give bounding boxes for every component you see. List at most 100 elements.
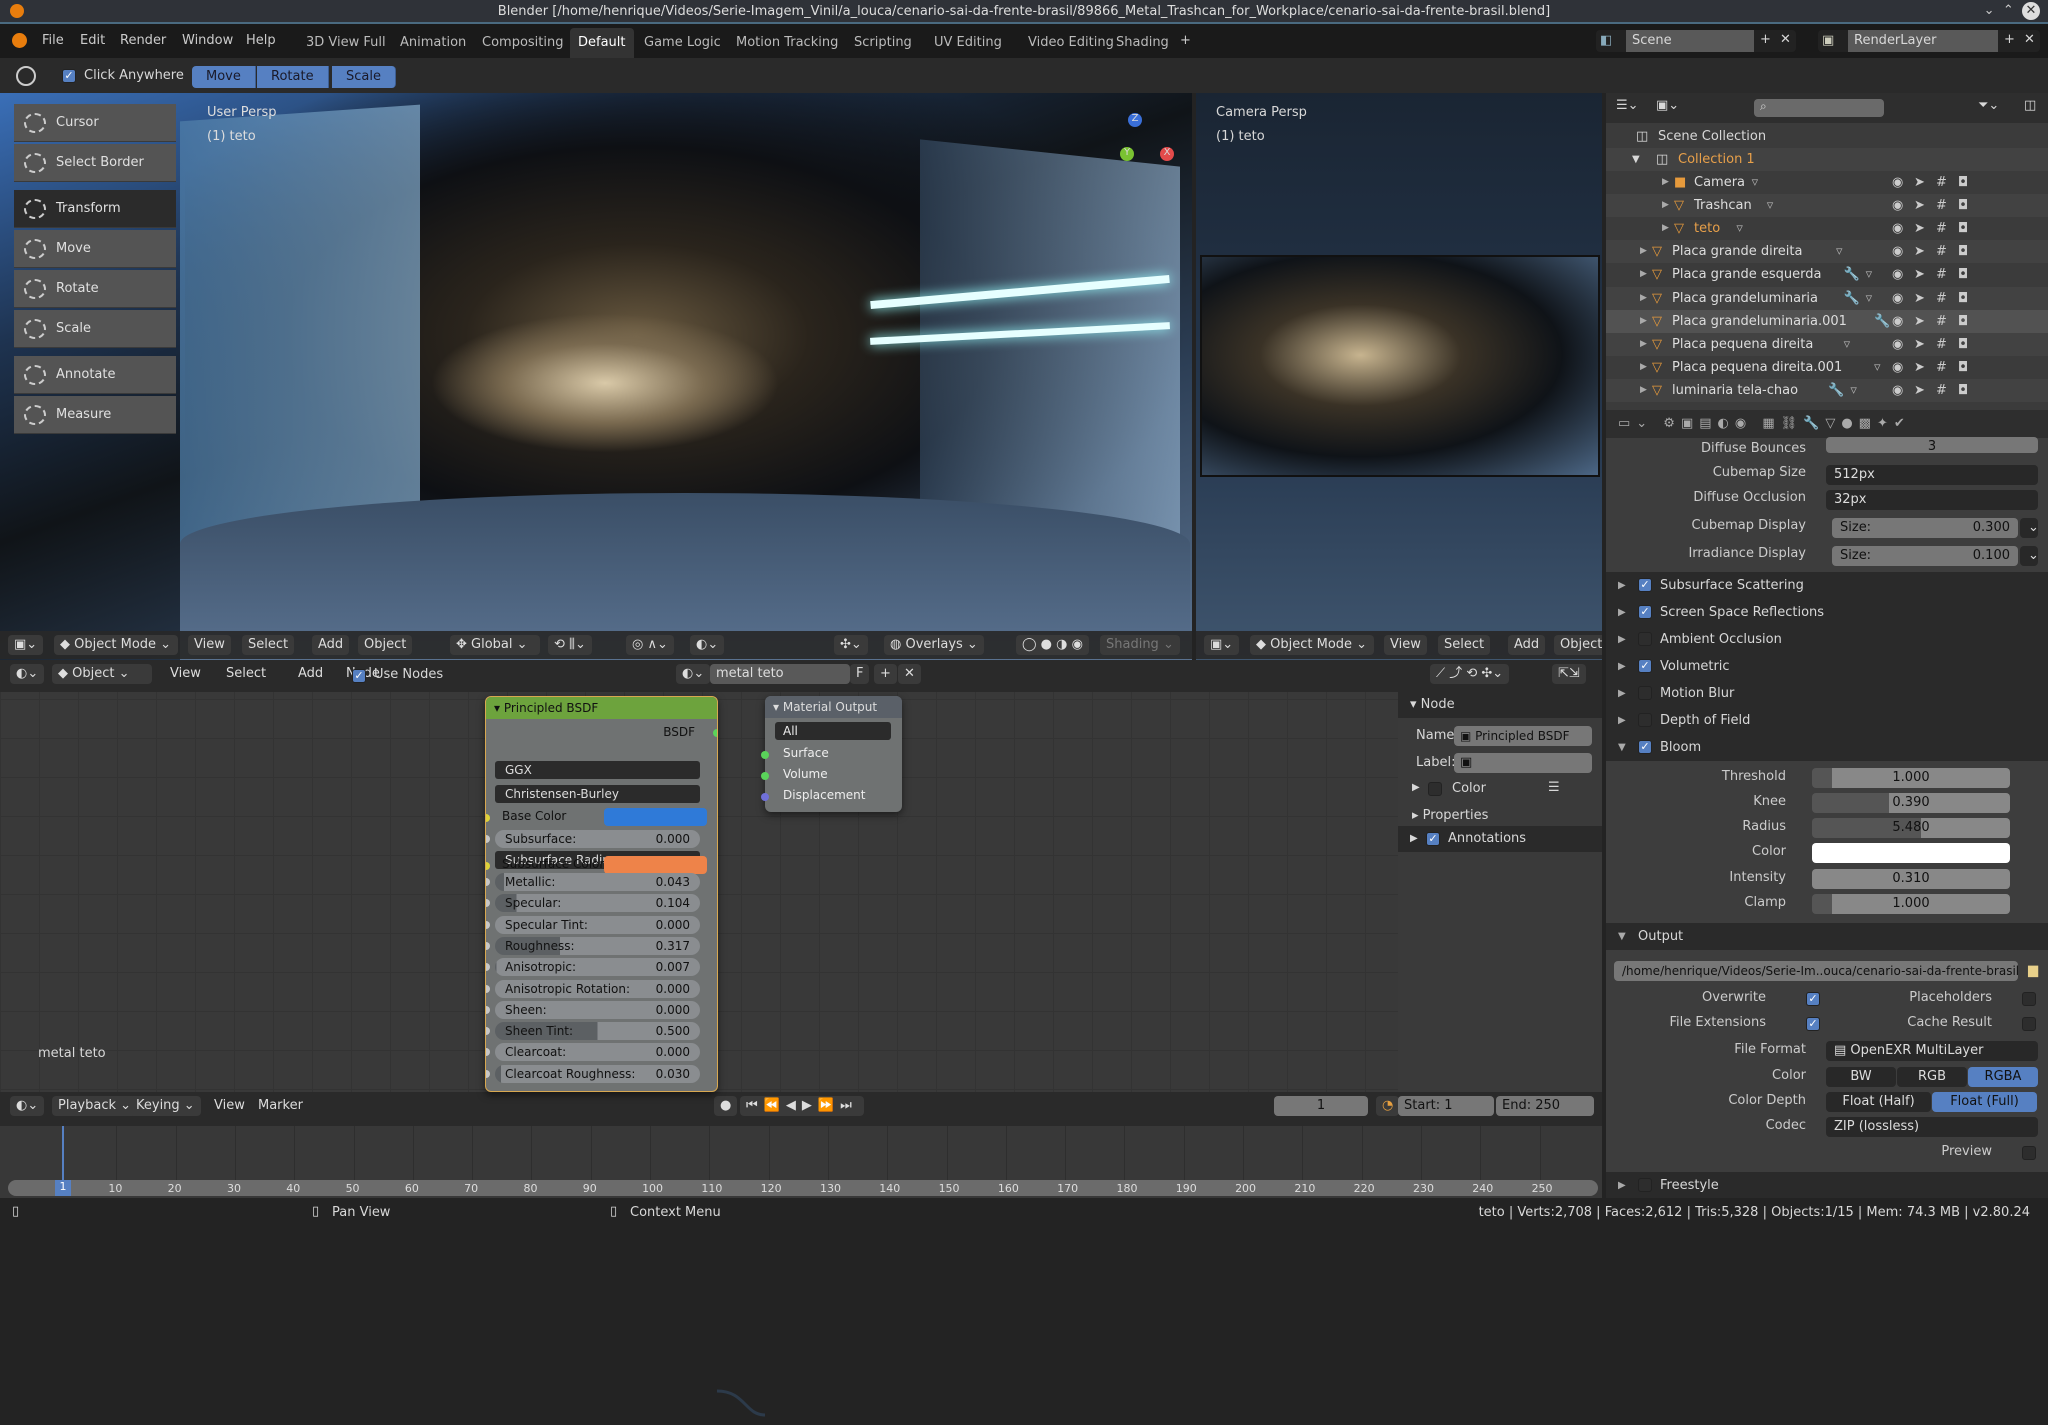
color-depth-option[interactable]: Float (Full) — [1932, 1092, 2037, 1112]
workspace-tab-video-editing[interactable]: Video Editing — [1020, 28, 1122, 58]
row-label[interactable]: Placa grandeluminaria — [1672, 287, 1818, 310]
remove-scene-button[interactable]: ✕ — [1780, 32, 1791, 47]
click-anywhere-checkbox[interactable]: ✓ — [62, 69, 76, 83]
camera-viewport[interactable]: Camera Persp (1) teto ▣⌄ ◆ Object Mode ⌄ V… — [1196, 93, 1602, 660]
row-label[interactable]: Camera — [1694, 171, 1745, 194]
preview-checkbox[interactable] — [2022, 1146, 2036, 1160]
render-camera-icon[interactable]: ◘ — [1958, 379, 1968, 402]
playback-dropdown[interactable]: Playback ⌄ — [52, 1096, 138, 1116]
menu-add[interactable]: Add — [292, 664, 329, 684]
expand-toggle[interactable]: ▶ — [1618, 1172, 1626, 1199]
unlink-material-button[interactable]: ✕ — [898, 664, 921, 684]
section-motion-blur[interactable]: ▶ Motion Blur — [1606, 680, 2048, 707]
section-checkbox[interactable]: ✓ — [1638, 740, 1652, 754]
scale-mode-button[interactable]: Scale — [332, 66, 396, 88]
menu-view[interactable]: View — [1384, 635, 1427, 655]
bsdf-output-socket[interactable] — [713, 729, 717, 737]
node-field-specular-tint[interactable]: Specular Tint: 0.000 — [495, 915, 700, 934]
playback-controls[interactable]: ⏮⏪◀▶⏩⏭ — [740, 1096, 864, 1116]
section-output[interactable]: ▼ Output — [1606, 923, 2048, 950]
tool-move[interactable]: Move — [14, 230, 176, 268]
disable-viewport-icon[interactable]: # — [1936, 310, 1947, 333]
menu-object[interactable]: Object — [1554, 635, 1602, 655]
close-button[interactable]: ✕ — [2022, 2, 2040, 20]
visibility-eye-icon[interactable]: ◉ — [1892, 171, 1903, 194]
tool-scale[interactable]: Scale — [14, 310, 176, 348]
selectable-arrow-icon[interactable]: ➤ — [1914, 356, 1925, 379]
preview-range-icon[interactable]: ◔ — [1376, 1096, 1400, 1116]
workspace-tab-uv-editing[interactable]: UV Editing — [926, 28, 1010, 58]
row-label[interactable]: Placa grandeluminaria.001 — [1672, 310, 1847, 333]
size-dropdown[interactable]: ⌄ — [2020, 518, 2039, 538]
menu-view[interactable]: View — [164, 664, 207, 684]
visibility-eye-icon[interactable]: ◉ — [1892, 356, 1903, 379]
tool-select-border[interactable]: Select Border — [14, 144, 176, 182]
outliner-row[interactable]: ▶ ▽ Trashcan ▿ ◉ ➤ # ◘ — [1606, 194, 2048, 218]
color-mode-rgba[interactable]: RGBA — [1968, 1067, 2038, 1087]
outliner-row[interactable]: ▶ ▽ luminaria tela-chao 🔧 ▿ ◉ ➤ # ◘ — [1606, 378, 2048, 402]
selectable-arrow-icon[interactable]: ➤ — [1914, 171, 1925, 194]
outliner-row[interactable]: ▶ ■ Camera ▿ ◉ ➤ # ◘ — [1606, 171, 2048, 194]
add-scene-button[interactable]: + — [1760, 32, 1771, 47]
annotations-checkbox[interactable]: ✓ — [1426, 832, 1440, 846]
placeholders-checkbox[interactable] — [2022, 992, 2036, 1006]
expand-toggle[interactable]: ▼ — [1632, 148, 1640, 171]
row-label[interactable]: Placa pequena direita — [1672, 333, 1813, 356]
keying-dropdown[interactable]: Keying ⌄ — [130, 1096, 201, 1116]
pivot-button[interactable]: ◐⌄ — [690, 635, 725, 655]
render-camera-icon[interactable]: ◘ — [1958, 217, 1968, 240]
visibility-eye-icon[interactable]: ◉ — [1892, 310, 1903, 333]
render-layer-name[interactable]: RenderLayer — [1848, 30, 1998, 52]
expand-toggle[interactable]: ▶ — [1662, 194, 1669, 217]
node-field-sheen[interactable]: Sheen: 0.000 — [495, 1000, 700, 1019]
annotations-section[interactable]: ▶ ✓ Annotations — [1398, 826, 1602, 852]
node-field-clearcoat-roughness[interactable]: Clearcoat Roughness: 0.030 — [495, 1064, 700, 1083]
bloom-radius-slider[interactable]: 5.480 — [1812, 818, 2010, 838]
disable-viewport-icon[interactable]: # — [1936, 287, 1947, 310]
bloom-knee-slider[interactable]: 0.390 — [1812, 793, 2010, 813]
menu-select[interactable]: Select — [220, 664, 272, 684]
remove-layer-button[interactable]: ✕ — [2024, 32, 2035, 47]
display-mode-icon[interactable]: ☰⌄ — [1616, 98, 1639, 113]
color-checkbox[interactable] — [1428, 782, 1442, 796]
render-camera-icon[interactable]: ◘ — [1958, 240, 1968, 263]
expand-toggle[interactable]: ▶ — [1618, 707, 1626, 734]
color-mode-bw[interactable]: BW — [1826, 1067, 1896, 1087]
menu-select[interactable]: Select — [1438, 635, 1491, 655]
row-label[interactable]: luminaria tela-chao — [1672, 379, 1798, 402]
section-volumetric[interactable]: ▶ ✓ Volumetric — [1606, 653, 2048, 680]
row-label[interactable]: Placa grande direita — [1672, 240, 1802, 263]
scene-selector[interactable]: ◧ Scene + ✕ — [1596, 30, 1796, 52]
disable-viewport-icon[interactable]: # — [1936, 240, 1947, 263]
workspace-tab-shading[interactable]: Shading — [1108, 28, 1177, 58]
blender-menu-icon[interactable] — [12, 33, 27, 48]
render-camera-icon[interactable]: ◘ — [1958, 263, 1968, 286]
expand-toggle[interactable]: ▶ — [1640, 287, 1647, 310]
expand-toggle[interactable]: ▶ — [1618, 599, 1626, 626]
outliner-row[interactable]: ▶ ▽ Placa pequena direita ▿ ◉ ➤ # ◘ — [1606, 332, 2048, 356]
expand-toggle[interactable]: ▶ — [1640, 263, 1647, 286]
menu-file[interactable]: File — [42, 33, 64, 48]
scene-name[interactable]: Scene — [1626, 30, 1754, 52]
expand-toggle[interactable]: ▼ — [1618, 734, 1626, 761]
section-checkbox[interactable]: ✓ — [1638, 578, 1652, 592]
proportional-button[interactable]: ◎ ∧⌄ — [626, 635, 674, 655]
outliner-row[interactable]: ▶ ▽ Placa grande direita ▿ ◉ ➤ # ◘ — [1606, 240, 2048, 264]
node-header[interactable]: ▾ Material Output — [765, 696, 902, 718]
disable-viewport-icon[interactable]: # — [1936, 356, 1947, 379]
menu-select[interactable]: Select — [242, 635, 295, 655]
navigation-gizmo[interactable]: Z Y X — [1090, 113, 1174, 193]
expand-toggle[interactable]: ▶ — [1618, 680, 1626, 707]
gizmo-button[interactable]: ✣⌄ — [834, 635, 868, 655]
visibility-eye-icon[interactable]: ◉ — [1892, 217, 1903, 240]
shading-modes[interactable]: ◯ ● ◑ ◉ — [1016, 635, 1089, 655]
use-nodes-checkbox[interactable]: ✓ — [352, 669, 366, 683]
orientation-dropdown[interactable]: ✥ Global ⌄ — [450, 635, 540, 655]
color-presets-icon[interactable]: ☰ — [1548, 780, 1560, 795]
visibility-eye-icon[interactable]: ◉ — [1892, 287, 1903, 310]
bloom-threshold-slider[interactable]: 1.000 — [1812, 768, 2010, 788]
start-frame-field[interactable]: Start: 1 — [1398, 1096, 1494, 1116]
view-layer-icon[interactable]: ▣⌄ — [1656, 98, 1679, 113]
material-browse-button[interactable]: ◐⌄ — [676, 664, 711, 684]
expand-toggle[interactable]: ▶ — [1640, 240, 1647, 263]
